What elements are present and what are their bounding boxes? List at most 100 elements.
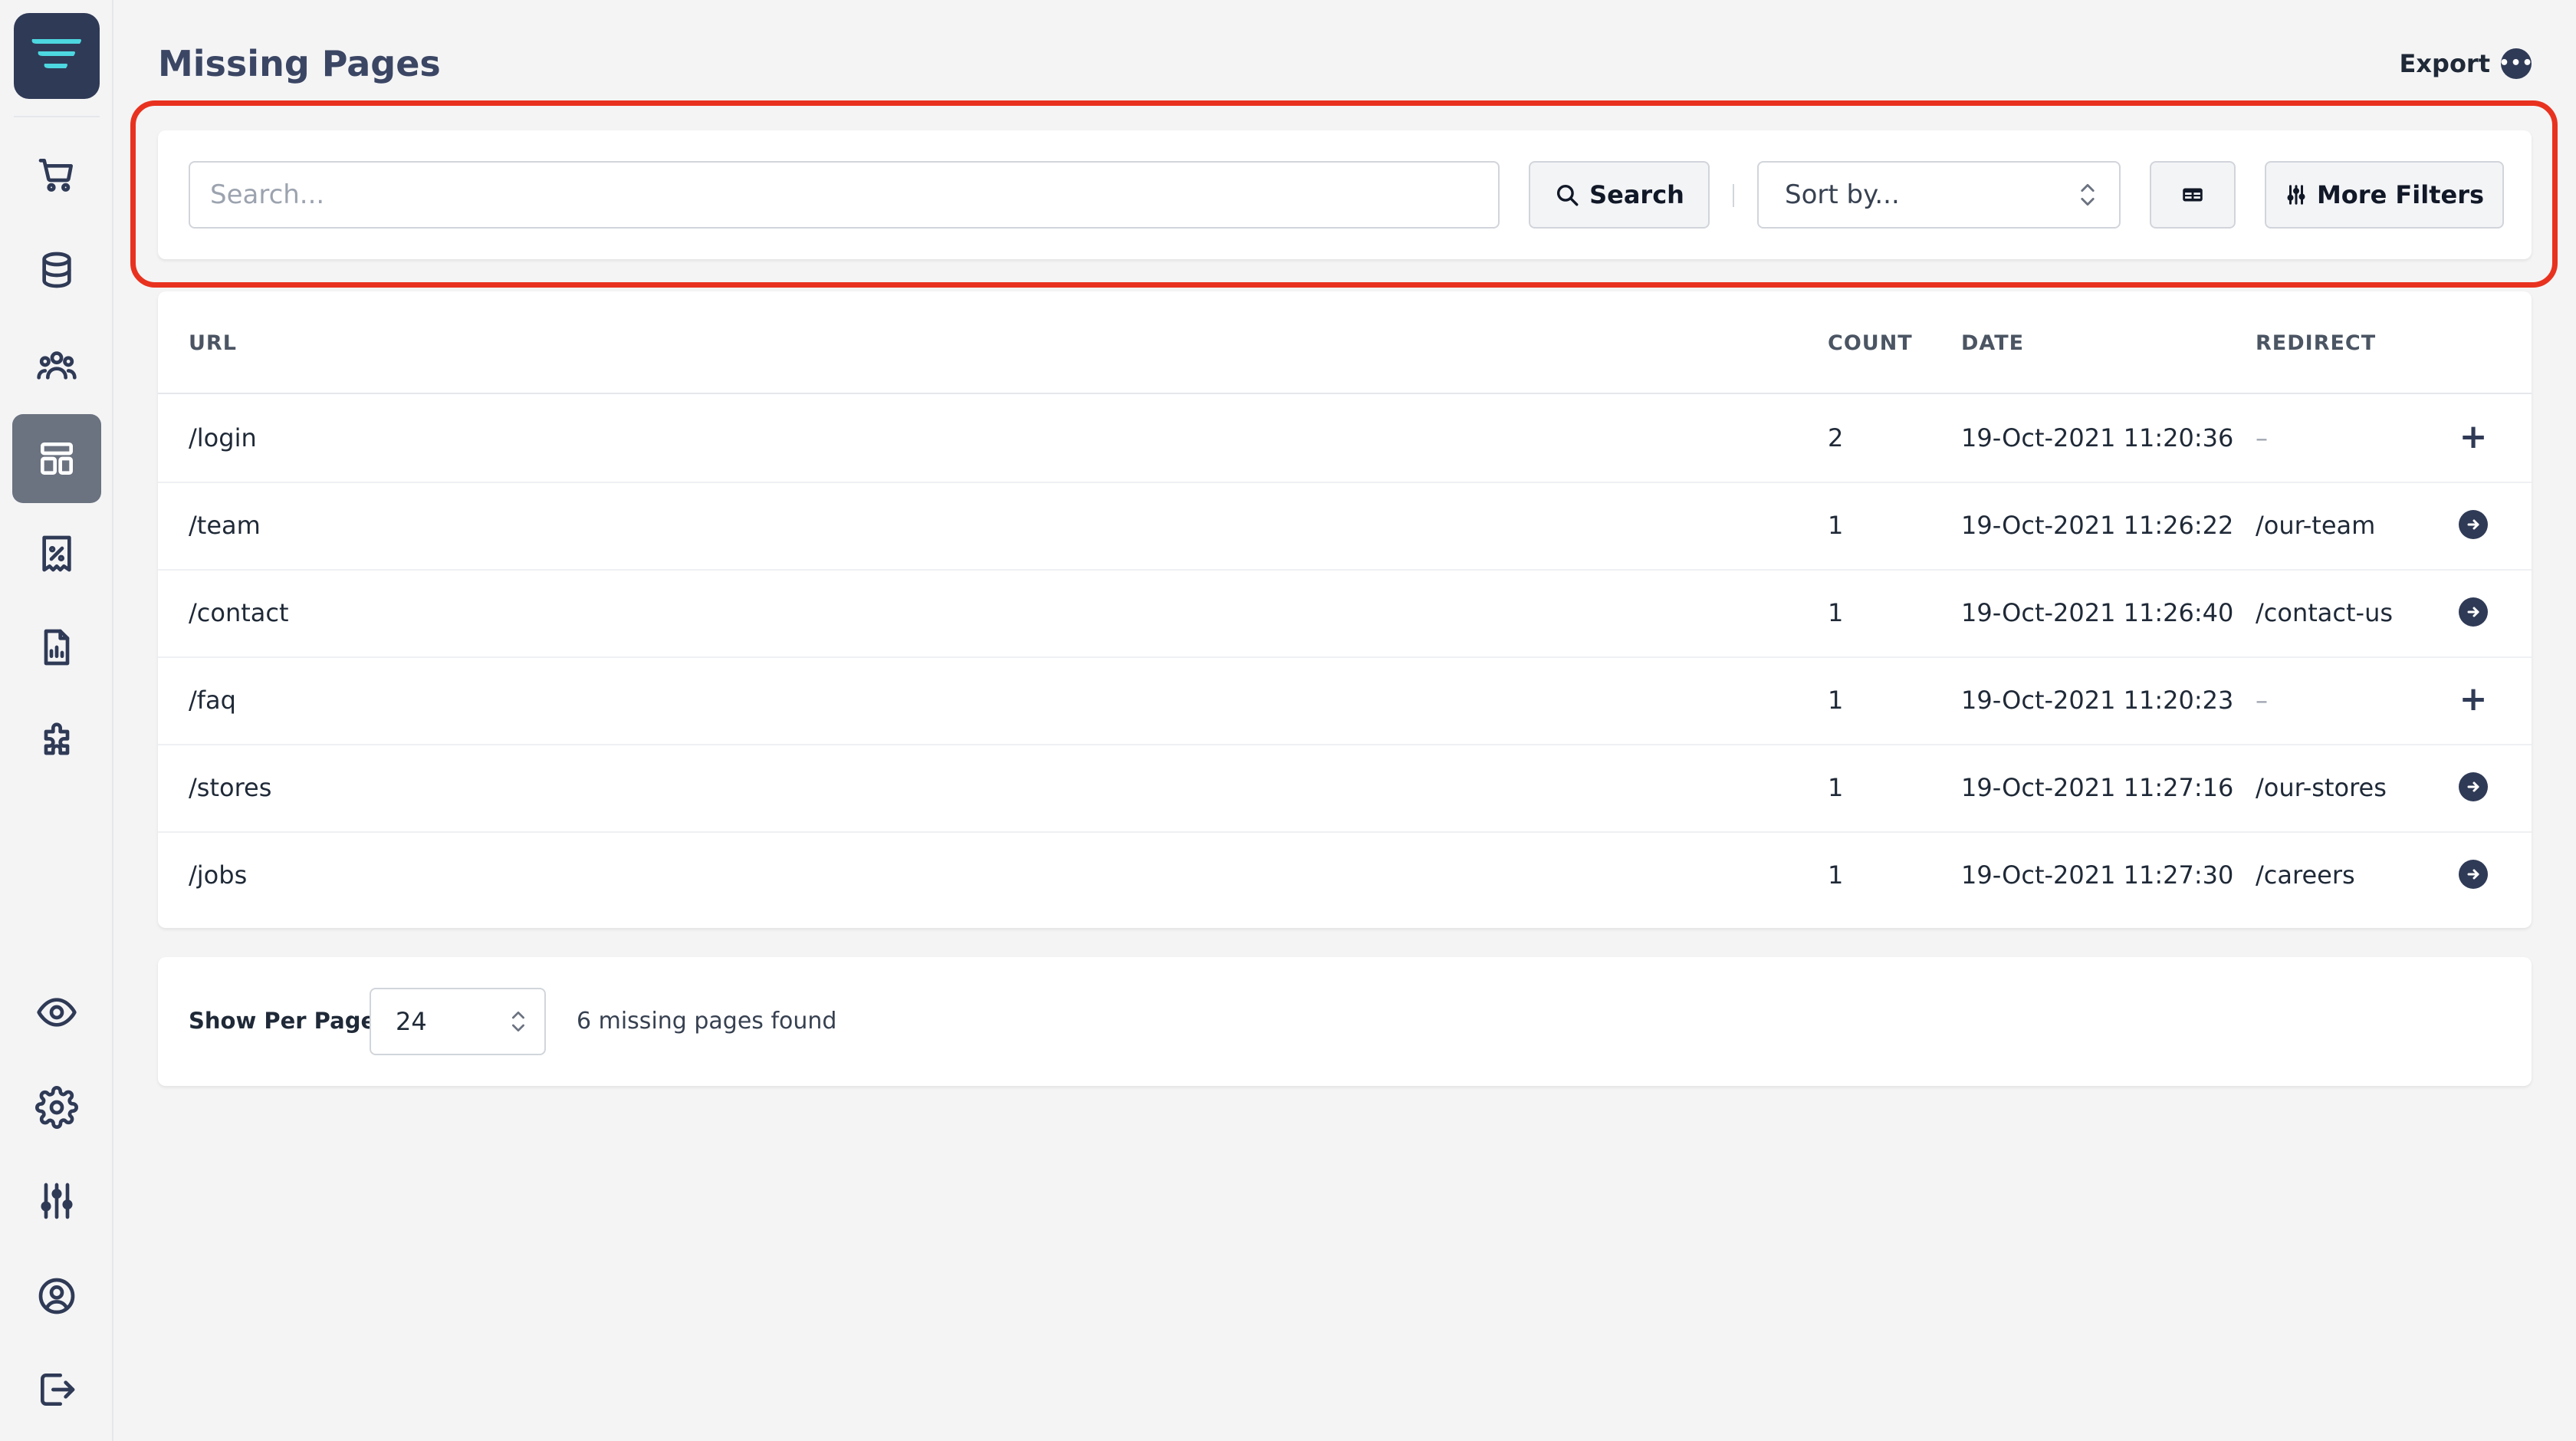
table-icon — [2183, 188, 2203, 202]
date-cell: 19-Oct-2021 11:26:40 — [1961, 598, 2234, 627]
logout-icon — [41, 1374, 75, 1406]
redirect-cell: – — [2256, 686, 2268, 715]
sidebar — [0, 0, 113, 1441]
add-redirect-button[interactable]: + — [2458, 679, 2489, 719]
toolbar-divider — [1733, 184, 1734, 207]
table-row[interactable]: /jobs 1 19-Oct-2021 11:27:30/careers — [158, 833, 2532, 920]
sidebar-item-apps[interactable] — [12, 698, 101, 787]
sidebar-item-customers[interactable] — [12, 321, 101, 410]
cart-icon — [38, 159, 73, 192]
column-header-date[interactable]: DATE — [1961, 331, 2024, 355]
sidebar-item-orders[interactable] — [12, 130, 101, 219]
sidebar-item-database[interactable] — [12, 225, 101, 314]
chevron-updown-icon — [512, 1012, 524, 1031]
eye-icon — [37, 998, 77, 1027]
column-header-count[interactable]: COUNT — [1828, 331, 1913, 355]
view-redirect-button[interactable] — [2458, 859, 2489, 890]
search-input[interactable] — [189, 161, 1500, 229]
per-page-label: Show Per Page — [189, 1008, 376, 1034]
url-cell: /team — [189, 511, 261, 540]
date-cell: 19-Oct-2021 11:27:30 — [1961, 860, 2234, 890]
url-cell: /jobs — [189, 860, 248, 890]
sidebar-item-preferences[interactable] — [12, 1156, 101, 1245]
puzzle-icon — [44, 722, 70, 755]
sidebar-item-settings[interactable] — [12, 1063, 101, 1152]
export-button[interactable]: Export ••• — [2399, 46, 2533, 81]
date-cell: 19-Oct-2021 11:20:36 — [1961, 423, 2234, 452]
plus-icon: + — [2459, 679, 2488, 719]
date-cell: 19-Oct-2021 11:27:16 — [1961, 773, 2234, 802]
table-row[interactable]: /login 2 19-Oct-2021 11:20:36– + — [158, 396, 2532, 483]
url-cell: /contact — [189, 598, 289, 627]
sidebar-item-view-store[interactable] — [12, 968, 101, 1057]
sidebar-item-content[interactable] — [12, 414, 101, 503]
redirect-cell: – — [2256, 423, 2268, 452]
layout-icon — [41, 442, 73, 475]
sort-select[interactable]: Sort by... — [1757, 161, 2121, 229]
url-cell: /login — [189, 423, 257, 452]
count-cell: 1 — [1828, 860, 1844, 890]
report-icon — [44, 629, 70, 666]
url-cell: /faq — [189, 686, 236, 715]
sidebar-item-reports[interactable] — [12, 603, 101, 692]
users-icon — [37, 351, 77, 380]
per-page-select[interactable]: 24 — [370, 988, 546, 1055]
view-redirect-button[interactable] — [2458, 509, 2489, 540]
search-icon — [1557, 184, 1579, 206]
view-redirect-button[interactable] — [2458, 597, 2489, 627]
more-dots-icon: ••• — [2499, 48, 2533, 79]
database-icon — [42, 252, 71, 288]
arrow-right-circle-icon — [2459, 860, 2488, 889]
sidebar-item-account[interactable] — [12, 1252, 101, 1341]
sliders-icon — [41, 1183, 73, 1219]
add-redirect-button[interactable]: + — [2458, 417, 2489, 456]
count-cell: 1 — [1828, 598, 1844, 627]
date-cell: 19-Oct-2021 11:20:23 — [1961, 686, 2234, 715]
table-row[interactable]: /contact 1 19-Oct-2021 11:26:40/contact-us — [158, 571, 2532, 658]
more-filters-button[interactable]: More Filters — [2265, 161, 2504, 229]
url-cell: /stores — [189, 773, 272, 802]
user-circle-icon — [38, 1278, 75, 1314]
results-count: 6 missing pages found — [577, 1008, 837, 1035]
logo-divider — [14, 116, 100, 117]
redirect-cell: /contact-us — [2256, 598, 2394, 627]
count-cell: 1 — [1828, 511, 1844, 540]
redirect-cell: /careers — [2256, 860, 2355, 890]
per-page-value: 24 — [396, 1007, 427, 1036]
export-label: Export — [2399, 49, 2490, 78]
date-cell: 19-Oct-2021 11:26:22 — [1961, 511, 2234, 540]
column-header-redirect[interactable]: REDIRECT — [2256, 331, 2376, 355]
page-title: Missing Pages — [158, 43, 441, 84]
column-header-url[interactable]: URL — [189, 331, 237, 355]
more-filters-label: More Filters — [2316, 180, 2485, 209]
adjustments-icon — [2287, 185, 2305, 205]
arrow-right-circle-icon — [2459, 597, 2488, 627]
filter-bar: Search Sort by... More Filters — [158, 130, 2532, 259]
chevron-updown-icon — [2081, 183, 2095, 206]
table-row[interactable]: /faq 1 19-Oct-2021 11:20:23– + — [158, 658, 2532, 745]
view-redirect-button[interactable] — [2458, 771, 2489, 802]
search-button[interactable]: Search — [1529, 161, 1710, 229]
redirect-cell: /our-team — [2256, 511, 2376, 540]
redirect-cell: /our-stores — [2256, 773, 2387, 802]
gear-icon — [35, 1086, 78, 1129]
count-cell: 1 — [1828, 686, 1844, 715]
missing-pages-table: URL COUNT DATE REDIRECT /login 2 19-Oct-20… — [158, 291, 2532, 928]
pagination-bar: Show Per Page 24 6 missing pages found — [158, 957, 2532, 1086]
search-button-label: Search — [1589, 180, 1684, 209]
table-header: URL COUNT DATE REDIRECT — [158, 291, 2532, 394]
plus-icon: + — [2459, 417, 2488, 456]
sidebar-item-discounts[interactable] — [12, 509, 101, 598]
arrow-right-circle-icon — [2459, 772, 2488, 801]
table-view-button[interactable] — [2150, 161, 2236, 229]
count-cell: 2 — [1828, 423, 1844, 452]
app-logo[interactable] — [14, 13, 100, 99]
arrow-right-circle-icon — [2459, 510, 2488, 539]
logo-icon — [31, 39, 81, 68]
sort-select-value: Sort by... — [1785, 179, 1900, 210]
sidebar-item-logout[interactable] — [12, 1345, 101, 1434]
table-row[interactable]: /team 1 19-Oct-2021 11:26:22/our-team — [158, 483, 2532, 571]
count-cell: 1 — [1828, 773, 1844, 802]
table-row[interactable]: /stores 1 19-Oct-2021 11:27:16/our-stores — [158, 745, 2532, 833]
receipt-percent-icon — [42, 535, 71, 572]
